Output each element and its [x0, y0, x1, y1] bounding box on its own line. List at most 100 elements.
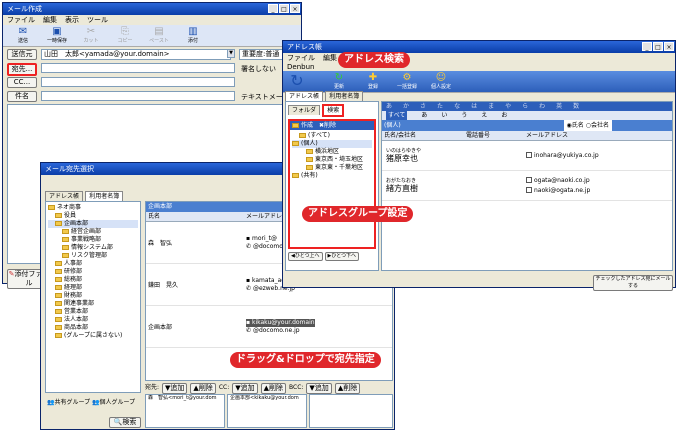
mail-checkbox[interactable]: [526, 152, 532, 158]
kana-subfilter[interactable]: あ: [421, 111, 427, 120]
close-icon[interactable]: ×: [290, 4, 300, 13]
dest-to-list[interactable]: 森 智弘<mori_t@your.dom: [145, 394, 225, 428]
kana-filter[interactable]: さ: [420, 102, 426, 111]
kana-subfilter[interactable]: え: [481, 111, 487, 120]
addr-tab-user-directory[interactable]: 利用者名簿: [325, 91, 364, 101]
tab-user-directory[interactable]: 利用者名簿: [85, 191, 124, 201]
table-row[interactable]: いのはらゆきや 猪原幸也 inohara@yukiya.co.jp: [382, 141, 672, 171]
kana-subfilter[interactable]: い: [441, 111, 447, 120]
addr-tree-item[interactable]: 東京東・千葉地区: [292, 164, 372, 172]
kana-filter[interactable]: ら: [522, 102, 528, 111]
nav-up-button[interactable]: ◀ひとつ上へ: [288, 252, 323, 261]
mail-checkbox[interactable]: [526, 187, 532, 193]
dest-tree-item[interactable]: 商品本部: [48, 324, 138, 332]
dest-tree-item[interactable]: ネオ商事: [48, 204, 138, 212]
dest-tree-item[interactable]: 関連事業部: [48, 300, 138, 308]
personal-settings-button[interactable]: ☺ 個人設定: [425, 72, 457, 91]
addr-tab-address-book[interactable]: アドレス帳: [285, 91, 324, 101]
kana-filter[interactable]: 数: [573, 102, 579, 111]
tab-address-book[interactable]: アドレス帳: [45, 191, 84, 201]
dest-search-button[interactable]: 🔍検索: [109, 417, 141, 428]
menu-edit[interactable]: 編集: [43, 15, 57, 25]
attach-button[interactable]: ▥ 添付: [177, 26, 209, 45]
table-row[interactable]: 企画本部 ▪ kikaku@your.domain ✆ @docomo.ne.jp: [146, 306, 392, 348]
addr-tree-item[interactable]: (すべて): [292, 132, 372, 140]
to-input[interactable]: [41, 63, 235, 73]
dest-tree-item[interactable]: 財務部: [48, 292, 138, 300]
kana-filter[interactable]: は: [471, 102, 477, 111]
save-draft-button[interactable]: ▣ 一時保存: [41, 26, 73, 45]
bcc-add-button[interactable]: ▼追加: [306, 383, 332, 394]
refresh-button[interactable]: ↻ 更新: [323, 72, 355, 91]
to-add-button[interactable]: ▼追加: [162, 383, 188, 394]
shared-group-link[interactable]: 共有グループ: [54, 399, 90, 406]
dest-tree-item[interactable]: 企画本部: [48, 220, 138, 228]
send-button[interactable]: ✉ 送信: [7, 26, 39, 45]
dest-tree-item[interactable]: 総務部: [48, 276, 138, 284]
bulk-register-button[interactable]: ⚙ 一括登録: [391, 72, 423, 91]
to-button[interactable]: 宛先...: [7, 63, 37, 76]
addr-tree-item[interactable]: 横浜地区: [292, 148, 372, 156]
kana-subfilter[interactable]: お: [501, 111, 507, 120]
mail-checkbox[interactable]: [526, 177, 532, 183]
chevron-down-icon[interactable]: ▼: [227, 49, 235, 58]
from-button[interactable]: 送信元: [7, 49, 37, 60]
menu-view[interactable]: 表示: [65, 15, 79, 25]
kana-subfilter[interactable]: すべて: [386, 111, 408, 120]
dest-tree-item[interactable]: 人事部: [48, 260, 138, 268]
dest-bcc-list[interactable]: [309, 394, 393, 428]
tab-folder[interactable]: フォルダ: [288, 105, 321, 115]
dest-tree-item[interactable]: 研修部: [48, 268, 138, 276]
kana-filter[interactable]: や: [505, 102, 511, 111]
addr-big-refresh-icon[interactable]: ↻: [287, 71, 307, 91]
dest-tree-item[interactable]: 経理部: [48, 284, 138, 292]
cut-button[interactable]: ✂ カット: [75, 26, 107, 45]
kana-filter[interactable]: 英: [556, 102, 562, 111]
addr-menu-file[interactable]: ファイル: [287, 53, 315, 63]
to-remove-button[interactable]: ▲削除: [190, 383, 216, 394]
copy-button[interactable]: ⎘ コピー: [109, 26, 141, 45]
dest-tree-item[interactable]: 情報システム部: [48, 244, 138, 252]
subject-input[interactable]: [41, 91, 235, 101]
bcc-remove-button[interactable]: ▲削除: [334, 383, 361, 394]
subject-button[interactable]: 件名: [7, 91, 37, 102]
send-to-checked-button[interactable]: チェックしたアドレス宛にメールする: [593, 275, 673, 291]
tab-search[interactable]: 検索: [322, 104, 345, 117]
menu-file[interactable]: ファイル: [7, 15, 35, 25]
dest-tree-item[interactable]: 役員: [48, 212, 138, 220]
minimize-icon[interactable]: _: [642, 42, 652, 51]
maximize-icon[interactable]: □: [653, 42, 663, 51]
dest-cc-list[interactable]: 企画本部<kikaku@your.dom: [227, 394, 307, 428]
cc-input[interactable]: [41, 77, 235, 87]
minimize-icon[interactable]: _: [268, 4, 278, 13]
table-row[interactable]: おがたなおき 緒方直樹 ogata@naoki.co.jp naoki@ogata.n…: [382, 171, 672, 201]
dest-tree-item[interactable]: 事業戦略部: [48, 236, 138, 244]
paste-button[interactable]: ▤ ペースト: [143, 26, 175, 45]
kana-filter[interactable]: わ: [539, 102, 545, 111]
addr-tree-item[interactable]: (共有): [292, 172, 372, 180]
kana-filter[interactable]: あ: [386, 102, 392, 111]
kana-subfilter[interactable]: う: [461, 111, 467, 120]
menu-tools[interactable]: ツール: [87, 15, 108, 25]
signature-select[interactable]: 署名しない: [241, 64, 276, 74]
kana-filter[interactable]: た: [437, 102, 443, 111]
create-folder-button[interactable]: 作成: [301, 122, 313, 129]
cc-add-button[interactable]: ▼追加: [232, 383, 258, 394]
dest-tree-item[interactable]: 経営企画部: [48, 228, 138, 236]
addr-tree-item[interactable]: (個人): [292, 140, 372, 148]
dest-tree-item[interactable]: リスク管理部: [48, 252, 138, 260]
personal-group-link[interactable]: 個人グループ: [100, 399, 136, 406]
addr-tree-item[interactable]: 東京西・埼玉地区: [292, 156, 372, 164]
cc-remove-button[interactable]: ▲削除: [260, 383, 286, 394]
maximize-icon[interactable]: □: [279, 4, 289, 13]
kana-filter[interactable]: ま: [488, 102, 494, 111]
addr-menu-edit[interactable]: 編集: [323, 53, 337, 63]
kana-filter[interactable]: か: [403, 102, 409, 111]
close-icon[interactable]: ×: [664, 42, 674, 51]
dest-tree-item[interactable]: 法人本部: [48, 316, 138, 324]
delete-folder-button[interactable]: 削除: [324, 122, 336, 129]
register-button[interactable]: ✚ 登録: [357, 72, 389, 91]
from-select[interactable]: 山田 太郎<yamada@your.domain>: [41, 49, 231, 60]
dest-tree-item[interactable]: (グループに属さない): [48, 332, 138, 340]
dest-tree-item[interactable]: 営業本部: [48, 308, 138, 316]
